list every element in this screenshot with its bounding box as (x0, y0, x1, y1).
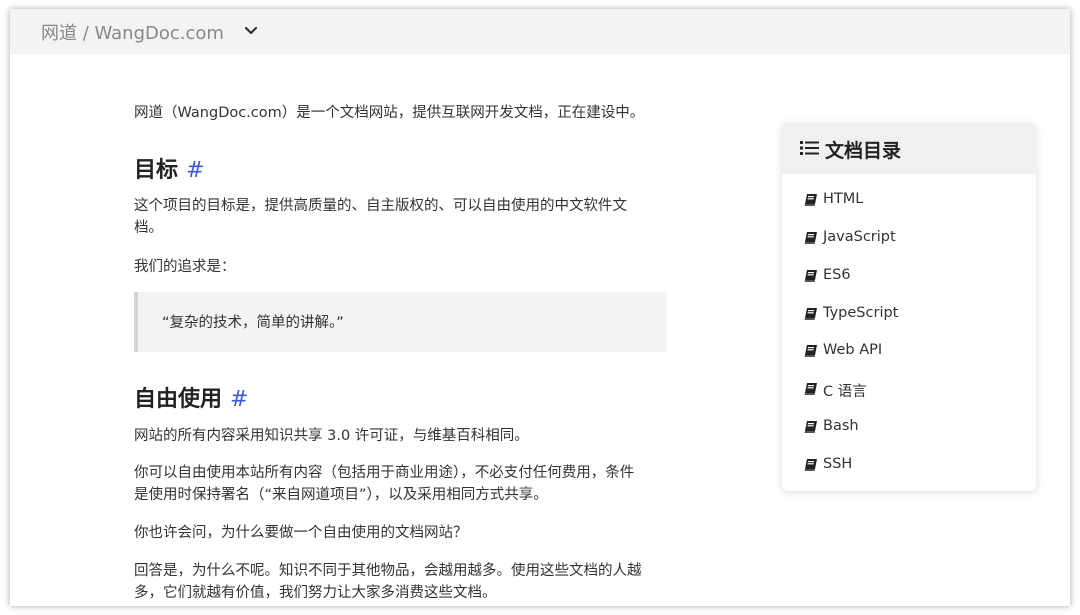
browser-window: 网道 / WangDoc.com 网道（WangDoc.com）是一个文档网站，… (10, 9, 1070, 606)
free-paragraph-1: 网站的所有内容采用知识共享 3.0 许可证，与维基百科相同。 (134, 428, 529, 444)
book-icon (804, 421, 817, 433)
toc-item-label: HTML (823, 191, 864, 207)
goal-paragraph-1-line-1: 这个项目的目标是，提供高质量的、自主版权的、可以自由使用的中文软件文 (134, 198, 627, 214)
goal-paragraph-1: 这个项目的目标是，提供高质量的、自主版权的、可以自由使用的中文软件文 档。 (134, 195, 668, 239)
goal-paragraph-2: 我们的追求是： (134, 259, 236, 275)
book-icon (804, 308, 817, 320)
blockquote: “复杂的技术，简单的讲解。” (134, 292, 667, 352)
heading-goal-anchor-link[interactable]: # (186, 158, 204, 183)
heading-free-use-text: 自由使用 (134, 387, 223, 412)
book-icon (804, 194, 817, 206)
chevron-down-icon[interactable] (242, 22, 260, 40)
toc-item-label: C 语言 (823, 384, 867, 400)
free-paragraph-2: 你可以自由使用本站所有内容（包括用于商业用途），不必支付任何费用，条件 是使用时保… (134, 462, 668, 506)
toc-item-label: Web API (823, 342, 883, 358)
top-navbar: 网道 / WangDoc.com (10, 9, 1070, 54)
book-icon (804, 383, 817, 395)
heading-free-use: 自由使用 # (134, 381, 248, 413)
free-paragraph-4-line-1: 回答是，为什么不呢。知识不同于其他物品，会越用越多。使用这些文档的人越 (134, 563, 642, 579)
heading-goal-text: 目标 (134, 158, 179, 183)
toc-panel: 文档目录 HTML JavaScript ES6 TypeScript Web … (782, 123, 1036, 491)
free-paragraph-4: 回答是，为什么不呢。知识不同于其他物品，会越用越多。使用这些文档的人越 多，它们就… (134, 560, 668, 604)
toc-item-label: JavaScript (823, 229, 896, 245)
blockquote-text: “复杂的技术，简单的讲解。” (162, 315, 344, 331)
toc-item-label: ES6 (823, 267, 851, 283)
intro-paragraph: 网道（WangDoc.com）是一个文档网站，提供互联网开发文档，正在建设中。 (134, 105, 645, 121)
book-icon (804, 270, 817, 282)
list-icon (800, 141, 819, 155)
toc-item-label: Bash (823, 418, 859, 434)
goal-paragraph-1-line-2: 档。 (134, 220, 163, 236)
free-paragraph-2-line-1: 你可以自由使用本站所有内容（包括用于商业用途），不必支付任何费用，条件 (134, 465, 635, 481)
toc-title: 文档目录 (825, 140, 902, 162)
free-paragraph-4-line-2: 多，它们就越有价值，我们努力让大家多消费这些文档。 (134, 585, 497, 601)
toc-header: 文档目录 (782, 123, 1036, 174)
heading-free-use-anchor-link[interactable]: # (230, 387, 248, 412)
heading-goal: 目标 # (134, 152, 204, 184)
free-paragraph-2-line-2: 是使用时保持署名（“来自网道项目”），以及采用相同方式共享。 (134, 487, 548, 503)
site-title-link[interactable]: 网道 / WangDoc.com (41, 19, 224, 45)
book-icon (804, 345, 817, 357)
book-icon (804, 232, 817, 244)
book-icon (804, 459, 817, 471)
toc-item-label: TypeScript (823, 305, 899, 321)
free-paragraph-3: 你也许会问，为什么要做一个自由使用的文档网站？ (134, 525, 468, 541)
toc-item-label: SSH (823, 456, 853, 472)
